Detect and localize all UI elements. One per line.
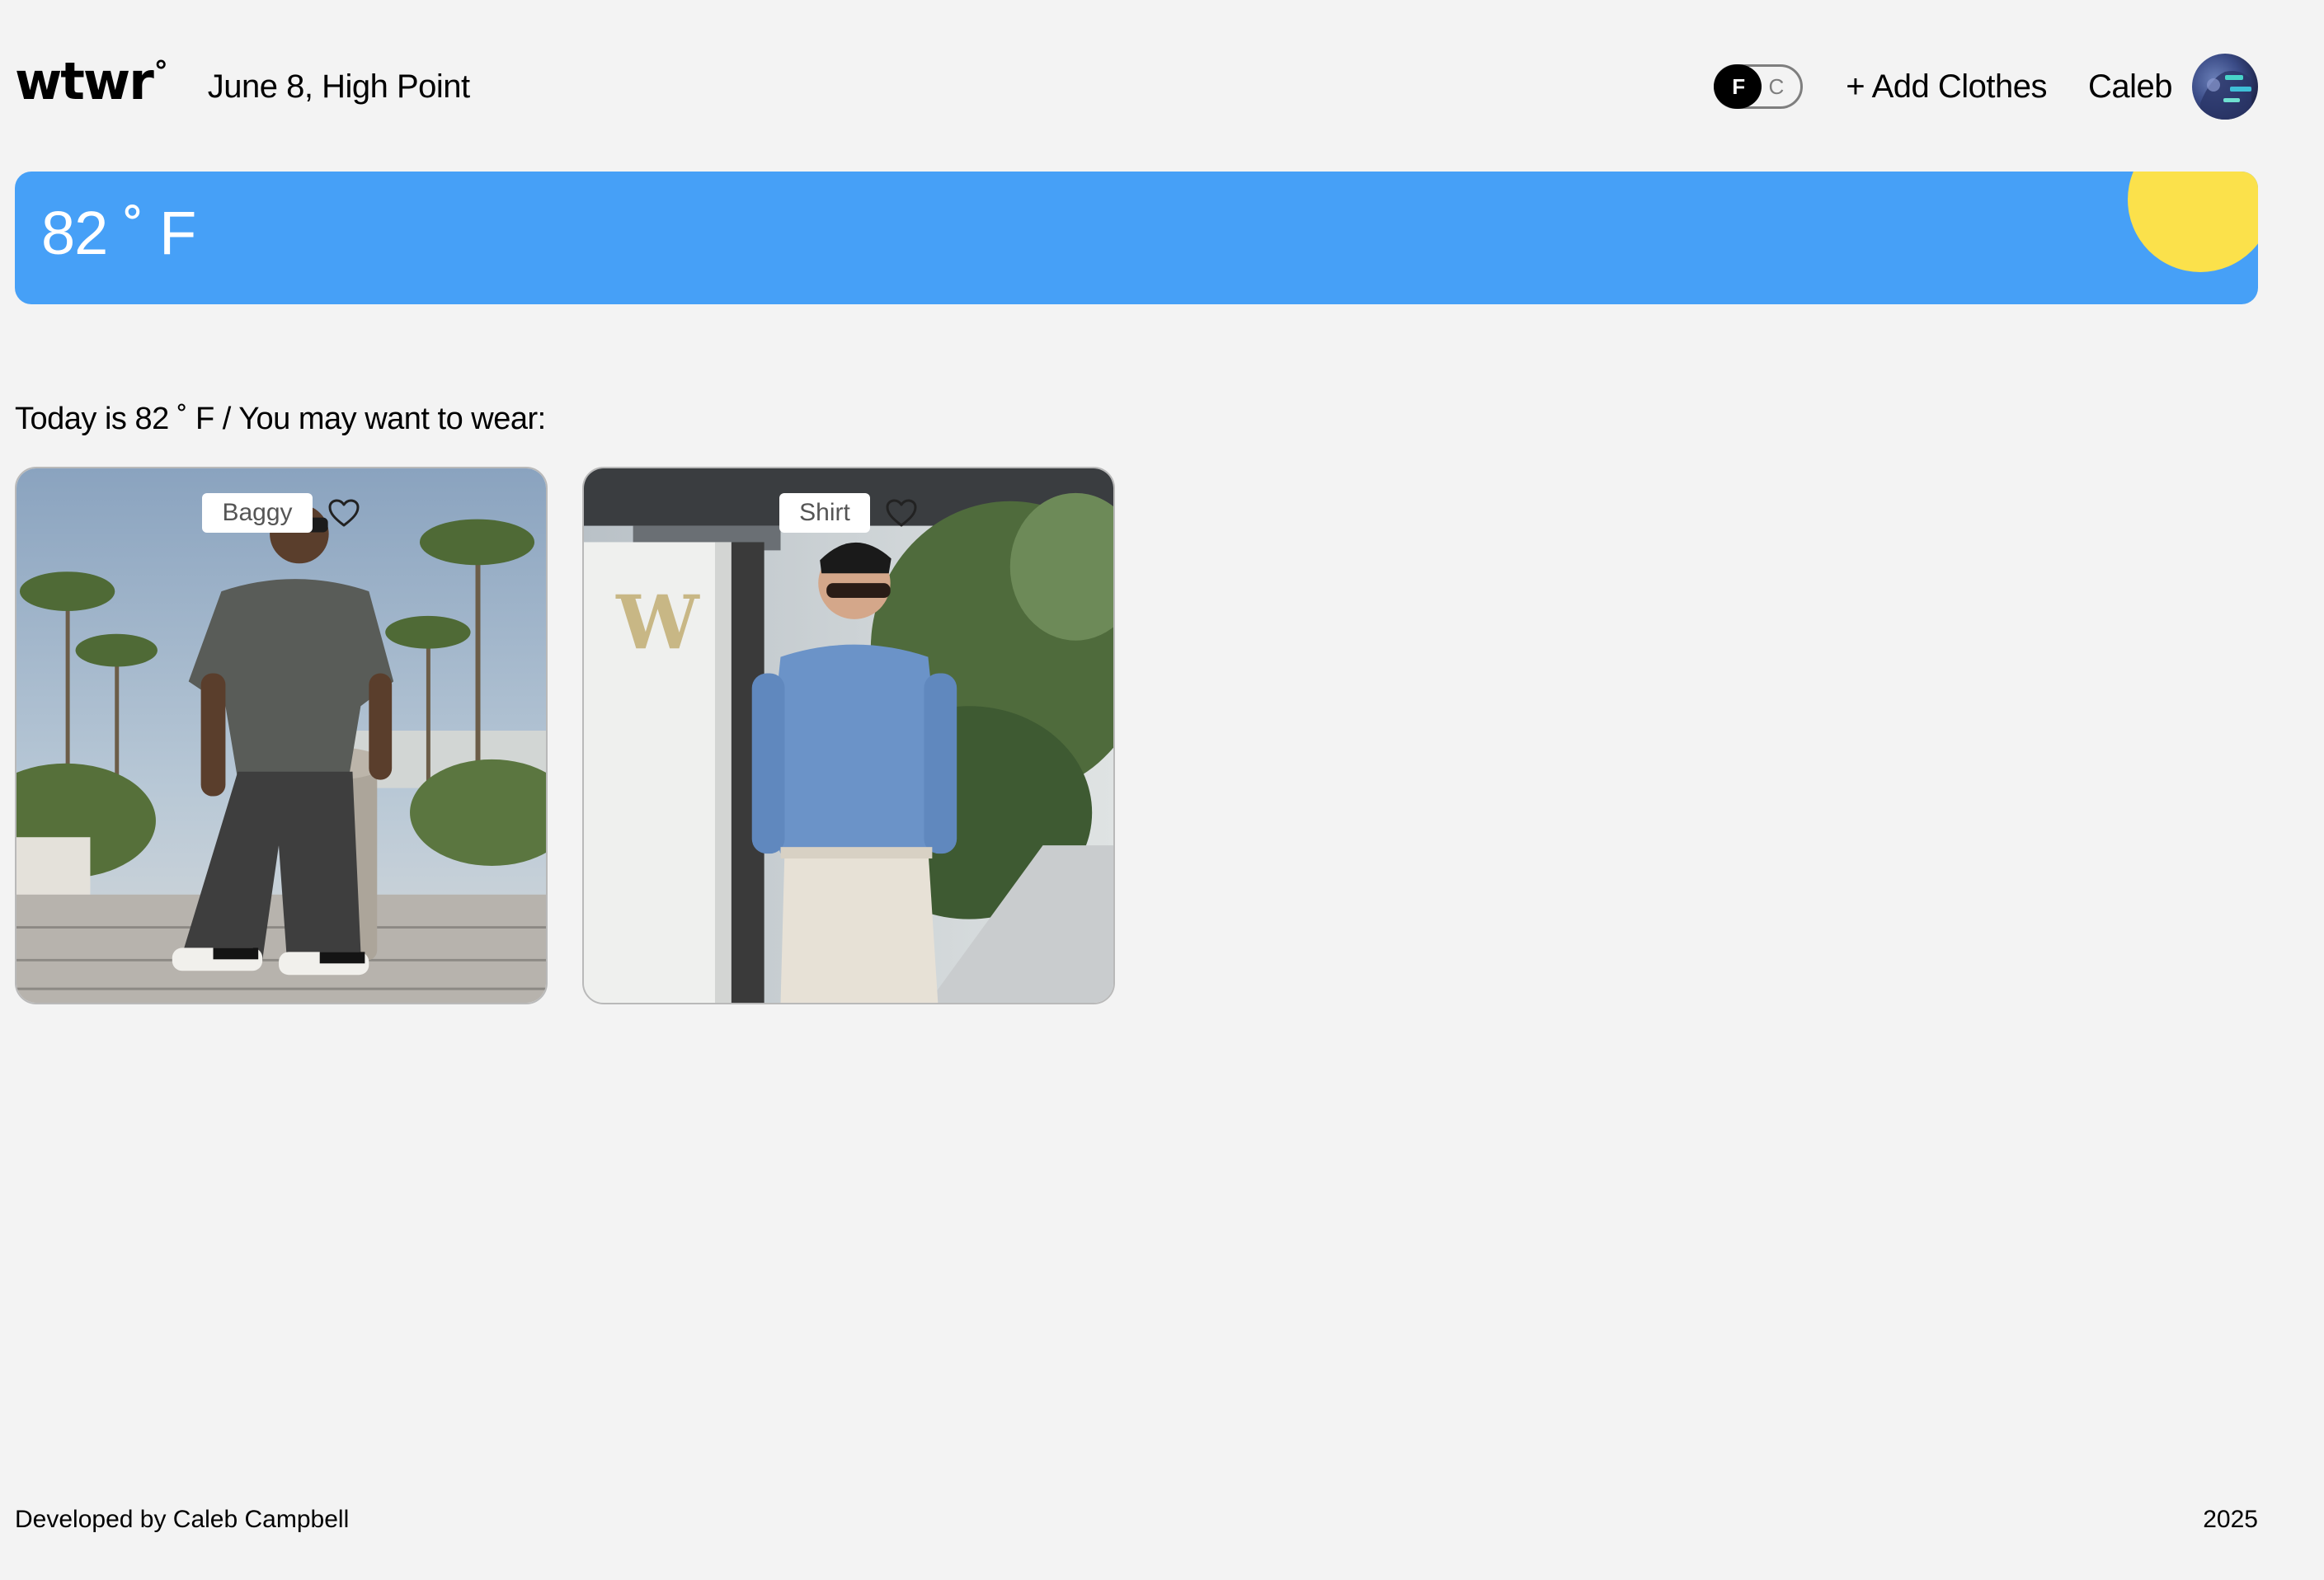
footer: Developed by Caleb Campbell 2025	[15, 1506, 2258, 1534]
clothing-image: W	[584, 468, 1113, 1003]
card-name: Shirt	[779, 493, 870, 533]
footer-year: 2025	[2203, 1506, 2258, 1533]
username[interactable]: Caleb	[2088, 68, 2173, 106]
clothing-card[interactable]: Baggy	[15, 467, 548, 1004]
page: wtwr° June 8, High Point F C + Add Cloth…	[15, 0, 2258, 1580]
avatar[interactable]	[2192, 54, 2258, 120]
temperature-unit-toggle[interactable]: F C	[1714, 64, 1804, 109]
date-location: June 8, High Point	[207, 68, 470, 105]
clothing-card[interactable]: W Shirt	[582, 467, 1115, 1004]
heart-icon[interactable]	[327, 498, 360, 528]
clothing-cards: Baggy W Shirt	[15, 467, 1115, 1004]
heart-icon[interactable]	[885, 498, 918, 528]
header-right: F C + Add Clothes Caleb	[1714, 54, 2258, 120]
add-clothes-button[interactable]: + Add Clothes	[1846, 68, 2047, 106]
weather-temperature: 82 ˚ F	[41, 199, 196, 267]
header: wtwr° June 8, High Point F C + Add Cloth…	[15, 49, 2258, 124]
logo-text: wtwr	[15, 51, 154, 111]
clothing-image	[16, 468, 546, 1003]
card-name: Baggy	[202, 493, 313, 533]
toggle-c-label: C	[1768, 74, 1785, 99]
logo[interactable]: wtwr°	[15, 55, 168, 107]
card-header: Baggy	[16, 493, 546, 533]
sun-icon	[2128, 172, 2258, 272]
suggestion-text: Today is 82 ˚ F / You may want to wear:	[15, 402, 546, 436]
avatar-image	[2192, 54, 2258, 120]
card-header: Shirt	[584, 493, 1113, 533]
svg-text:W: W	[615, 581, 700, 667]
weather-card: 82 ˚ F	[15, 172, 2258, 304]
footer-developer: Developed by Caleb Campbell	[15, 1506, 350, 1533]
toggle-f-label: F	[1732, 74, 1746, 99]
logo-mark: °	[153, 55, 168, 89]
